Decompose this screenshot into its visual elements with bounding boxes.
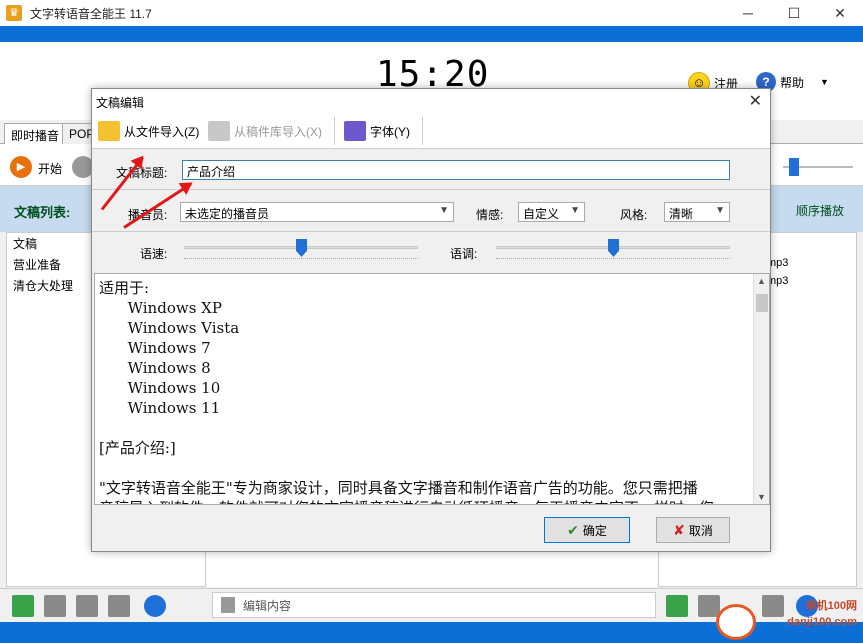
toolbar-separator: [422, 117, 423, 145]
toolbar-separator: [334, 117, 335, 145]
chevron-down-icon: ▼: [570, 205, 580, 216]
app-title: 文字转语音全能王 11.7: [30, 6, 152, 21]
cancel-label: 取消: [688, 523, 713, 538]
chevron-down-icon: ▼: [439, 205, 449, 216]
content-editor[interactable]: 适用于: Windows XP Windows Vista Windows 7 …: [94, 273, 770, 505]
font-label: 字体(Y): [370, 124, 410, 139]
tab-instant[interactable]: 即时播音: [4, 123, 67, 144]
dialog-toolbar: 从文件导入(Z) 从稿件库导入(X) 字体(Y): [92, 113, 770, 149]
check-icon: ✔: [567, 521, 579, 538]
emotion-select[interactable]: 自定义 ▼: [518, 202, 585, 222]
volume-slider[interactable]: [783, 158, 853, 176]
watermark-line2: danji100.com: [787, 616, 857, 628]
window-controls: ─ ☐ ✕: [725, 0, 863, 26]
watermark-line1: 单机100网: [805, 600, 857, 612]
style-select-value: 清晰: [669, 207, 694, 221]
close-button[interactable]: ✕: [817, 0, 863, 26]
add-audio-icon[interactable]: [666, 595, 688, 617]
app-titlebar: ♛ 文字转语音全能王 11.7 ─ ☐ ✕: [0, 0, 863, 26]
edit-content-label: 编辑内容: [243, 598, 292, 613]
announcer-select[interactable]: 未选定的播音员 ▼: [180, 202, 454, 222]
add-icon[interactable]: [12, 595, 34, 617]
maximize-button[interactable]: ☐: [771, 0, 817, 26]
emotion-select-value: 自定义: [523, 207, 560, 221]
font-icon: [344, 121, 366, 141]
import-from-library-button[interactable]: 从稿件库导入(X): [208, 121, 322, 141]
dialog-close-icon[interactable]: ✕: [749, 91, 762, 111]
play-circle-icon[interactable]: [144, 595, 166, 617]
speed-label: 语速:: [140, 247, 168, 261]
volume-slider-thumb[interactable]: [789, 158, 799, 176]
start-label[interactable]: 开始: [38, 160, 62, 177]
help-label: 帮助: [780, 75, 805, 90]
emotion-label: 情感:: [476, 208, 504, 222]
divider: [92, 231, 770, 232]
library-icon: [208, 121, 230, 141]
content-scrollbar[interactable]: ▲ ▼: [753, 274, 769, 504]
pitch-label: 语调:: [450, 247, 478, 261]
play-icon[interactable]: ▶: [10, 156, 32, 178]
dropdown-arrow-icon[interactable]: ▼: [820, 77, 829, 87]
import-from-file-label: 从文件导入(Z): [124, 124, 200, 139]
move-audio-icon[interactable]: [762, 595, 784, 617]
move-down-icon[interactable]: [108, 595, 130, 617]
scrollbar-thumb[interactable]: [756, 294, 768, 312]
move-up-icon[interactable]: [76, 595, 98, 617]
minimize-button[interactable]: ─: [725, 0, 771, 26]
ok-button[interactable]: ✔ 确定: [544, 517, 630, 543]
script-edit-dialog: 文稿编辑 ✕ 从文件导入(Z) 从稿件库导入(X) 字体(Y) 文稿标题: 产品…: [91, 88, 771, 552]
font-button[interactable]: 字体(Y): [344, 121, 410, 141]
content-text: 适用于: Windows XP Windows Vista Windows 7 …: [99, 279, 714, 504]
cancel-button[interactable]: ✘ 取消: [656, 517, 730, 543]
chevron-down-icon: ▼: [715, 205, 725, 216]
announcer-select-value: 未选定的播音员: [185, 207, 270, 221]
delete-audio-icon[interactable]: [698, 595, 720, 617]
top-accent-bar: [0, 26, 863, 42]
dialog-titlebar: 文稿编辑 ✕: [92, 89, 770, 113]
watermark-logo-icon: [716, 604, 756, 640]
dialog-title: 文稿编辑: [96, 96, 145, 110]
watermark: 单机100网 danji100.com: [787, 598, 857, 630]
list-title: 文稿列表:: [14, 205, 71, 220]
folder-open-icon: [98, 121, 120, 141]
ok-label: 确定: [582, 523, 607, 538]
scroll-down-icon[interactable]: ▼: [757, 492, 766, 502]
app-crown-icon: ♛: [6, 5, 22, 21]
delete-icon[interactable]: [44, 595, 66, 617]
style-select[interactable]: 清晰 ▼: [664, 202, 730, 222]
import-from-file-button[interactable]: 从文件导入(Z): [98, 121, 199, 141]
cross-icon: ✘: [673, 521, 685, 538]
style-label: 风格:: [620, 208, 648, 222]
scroll-up-icon[interactable]: ▲: [757, 276, 766, 286]
sequence-play-mode[interactable]: 顺序播放: [796, 202, 844, 219]
edit-content-button[interactable]: 编辑内容: [212, 592, 656, 618]
title-input[interactable]: 产品介绍: [182, 160, 730, 180]
document-icon: [221, 597, 235, 613]
import-from-library-label: 从稿件库导入(X): [234, 124, 322, 139]
